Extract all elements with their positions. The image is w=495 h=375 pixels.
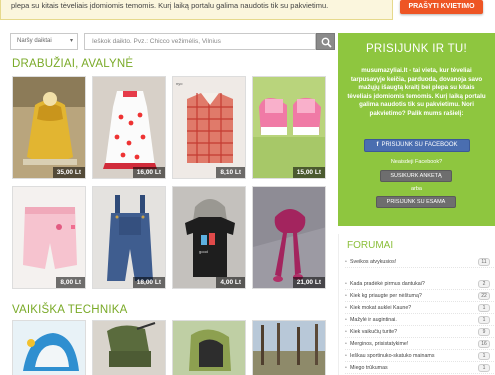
product-tile[interactable]: good 4,00 Lt bbox=[172, 186, 246, 289]
category-select[interactable]: Naršy daiktai ▾ bbox=[10, 33, 78, 50]
forum-topic-count: 1 bbox=[478, 316, 490, 324]
forum-topic-label: Merginos, prisistatykime! bbox=[350, 341, 409, 347]
search-icon bbox=[321, 37, 332, 48]
forum-topic[interactable]: • Miego trūkumas 1 bbox=[345, 363, 494, 374]
product-tile[interactable]: 35,00 Lt bbox=[12, 76, 86, 179]
forum-topic-count: 22 bbox=[478, 292, 490, 300]
facebook-login-button[interactable]: f PRISIJUNK SU FACEBOOK bbox=[364, 139, 470, 152]
search-input[interactable]: Ieškok daikto. Pvz.: Chicco vežimėlis, V… bbox=[84, 33, 316, 50]
login-title: PRISIJUNK IR TU! bbox=[365, 43, 468, 55]
product-image bbox=[93, 321, 165, 375]
product-image: nyo bbox=[173, 77, 245, 178]
login-description: musumazyliai.lt - tai vieta, kur tėvelia… bbox=[347, 67, 486, 117]
product-image: good bbox=[173, 187, 245, 288]
forum-topic[interactable]: • Kiek vaikučių turite? 9 bbox=[345, 327, 494, 338]
product-image bbox=[253, 187, 325, 288]
section-title-baby-gear[interactable]: VAIKIŠKA TECHNIKA bbox=[12, 304, 127, 316]
forum-topic[interactable]: • Merginos, prisistatykime! 16 bbox=[345, 339, 494, 350]
product-image bbox=[93, 77, 165, 178]
product-tile[interactable]: 18,00 Lt bbox=[92, 186, 166, 289]
forum-topic[interactable]: • Kada pradėkė pirmus dantukai? 2 bbox=[345, 279, 494, 290]
product-image bbox=[93, 187, 165, 288]
forum-topic-label: Kiek mokat auklei Kaune? bbox=[350, 305, 412, 311]
forum-topic-count: 1 bbox=[478, 364, 490, 372]
product-image bbox=[13, 187, 85, 288]
forum-topic[interactable]: • Kiek kg priaugte per nėštumą? 22 bbox=[345, 291, 494, 302]
search-bar: Naršy daiktai ▾ Ieškok daikto. Pvz.: Chi… bbox=[10, 33, 335, 50]
forum-topic[interactable]: • Mažylė ir augintinai. 1 bbox=[345, 315, 494, 326]
product-tile[interactable]: nyo 8,10 Lt bbox=[172, 76, 246, 179]
forum-topic[interactable]: • Ieškau sportinuko-skatuko mainams 1 bbox=[345, 351, 494, 362]
svg-text:nyo: nyo bbox=[176, 81, 183, 86]
login-existing-button[interactable]: PRISIJUNK SU ESAMA bbox=[376, 196, 456, 208]
facebook-icon: f bbox=[376, 142, 379, 148]
banner-text: plepa su kitais tėveliais įdomiomis temo… bbox=[11, 1, 329, 10]
top-banner: plepa su kitais tėveliais įdomiomis temo… bbox=[0, 0, 495, 22]
section-title-clothing[interactable]: DRABUŽIAI, AVALYNĖ bbox=[12, 58, 133, 70]
forum-topic-label: Sveikos atvykusios! bbox=[350, 259, 397, 265]
product-image bbox=[173, 321, 245, 375]
create-profile-button[interactable]: SUSIKURK ANKETĄ bbox=[380, 170, 452, 182]
forum-topic-count: 1 bbox=[478, 352, 490, 360]
product-tile[interactable] bbox=[12, 320, 86, 375]
product-image bbox=[253, 77, 325, 178]
product-tile[interactable]: 8,00 Lt bbox=[12, 186, 86, 289]
no-facebook-label: Neaisdeji Facebook? bbox=[390, 159, 443, 165]
forum-panel: FORUMAI • Sveikos atvykusios! 11 • Kada pra… bbox=[338, 234, 495, 375]
forum-topic[interactable]: • Kiek mokat auklei Kaune? 1 bbox=[345, 303, 494, 314]
svg-text:good: good bbox=[199, 249, 208, 254]
product-price: 8,00 Lt bbox=[56, 277, 85, 288]
product-price: 15,00 Lt bbox=[292, 167, 325, 178]
forum-topic-count: 1 bbox=[478, 304, 490, 312]
forum-topic-count: 16 bbox=[478, 340, 490, 348]
request-invite-button[interactable]: PRAŠYTI KVIETIMO bbox=[400, 0, 483, 14]
product-price: 16,00 Lt bbox=[132, 167, 165, 178]
product-price: 21,00 Lt bbox=[292, 277, 325, 288]
forum-topic-label: Kiek kg priaugte per nėštumą? bbox=[350, 293, 422, 299]
forum-topic-label: Kada pradėkė pirmus dantukai? bbox=[350, 281, 425, 287]
forum-topic-count: 9 bbox=[478, 328, 490, 336]
forum-topic-label: Miego trūkumas bbox=[350, 365, 388, 371]
product-price: 8,10 Lt bbox=[216, 167, 245, 178]
product-image bbox=[13, 77, 85, 178]
search-button[interactable] bbox=[316, 33, 335, 50]
product-tile[interactable] bbox=[252, 320, 326, 375]
category-select-value: Naršy daiktai bbox=[17, 38, 52, 44]
forum-title: FORUMAI bbox=[347, 240, 394, 251]
forum-topic-count: 2 bbox=[478, 280, 490, 288]
product-tile[interactable]: 16,00 Lt bbox=[92, 76, 166, 179]
forum-topic[interactable]: • Sveikos atvykusios! 11 bbox=[345, 257, 494, 268]
or-label: arba bbox=[410, 186, 422, 192]
product-image bbox=[13, 321, 85, 375]
login-panel: PRISIJUNK IR TU! musumazyliai.lt - tai v… bbox=[338, 33, 495, 226]
banner-message-box: plepa su kitais tėveliais įdomiomis temo… bbox=[0, 0, 393, 20]
forum-topic-count: 11 bbox=[478, 258, 490, 266]
product-price: 35,00 Lt bbox=[52, 167, 85, 178]
product-image bbox=[253, 321, 325, 375]
product-tile[interactable]: 15,00 Lt bbox=[252, 76, 326, 179]
forum-topic-label: Kiek vaikučių turite? bbox=[350, 329, 398, 335]
product-tile[interactable] bbox=[172, 320, 246, 375]
forum-topic-label: Mažylė ir augintinai. bbox=[350, 317, 397, 323]
chevron-down-icon: ▾ bbox=[69, 38, 73, 44]
facebook-login-label: PRISIJUNK SU FACEBOOK bbox=[381, 142, 458, 148]
product-tile[interactable] bbox=[92, 320, 166, 375]
product-price: 18,00 Lt bbox=[132, 277, 165, 288]
forum-topic-label: Ieškau sportinuko-skatuko mainams bbox=[350, 353, 435, 359]
product-price: 4,00 Lt bbox=[216, 277, 245, 288]
product-tile[interactable]: 21,00 Lt bbox=[252, 186, 326, 289]
